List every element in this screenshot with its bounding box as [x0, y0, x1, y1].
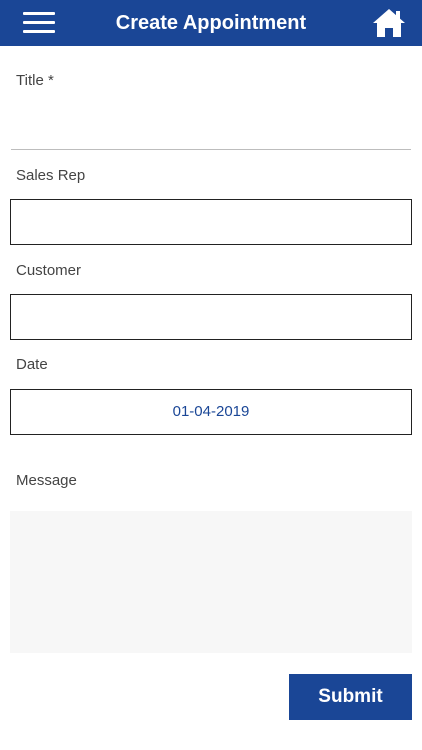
- home-icon: [373, 9, 405, 37]
- date-picker[interactable]: 01-04-2019: [10, 389, 412, 435]
- sales-rep-input[interactable]: [10, 199, 412, 245]
- customer-input[interactable]: [10, 294, 412, 340]
- menu-button[interactable]: [23, 12, 55, 34]
- message-label: Message: [16, 472, 77, 489]
- date-label: Date: [16, 356, 48, 373]
- submit-button[interactable]: Submit: [289, 674, 412, 720]
- sales-rep-label: Sales Rep: [16, 167, 86, 184]
- app-header: Create Appointment: [0, 0, 422, 46]
- title-input[interactable]: [11, 96, 411, 150]
- hamburger-menu-icon: [23, 12, 55, 15]
- home-button[interactable]: [372, 7, 406, 39]
- title-label: Title *: [16, 72, 54, 89]
- customer-label: Customer: [16, 262, 82, 279]
- page-title: Create Appointment: [115, 12, 307, 34]
- message-textarea[interactable]: [10, 511, 412, 653]
